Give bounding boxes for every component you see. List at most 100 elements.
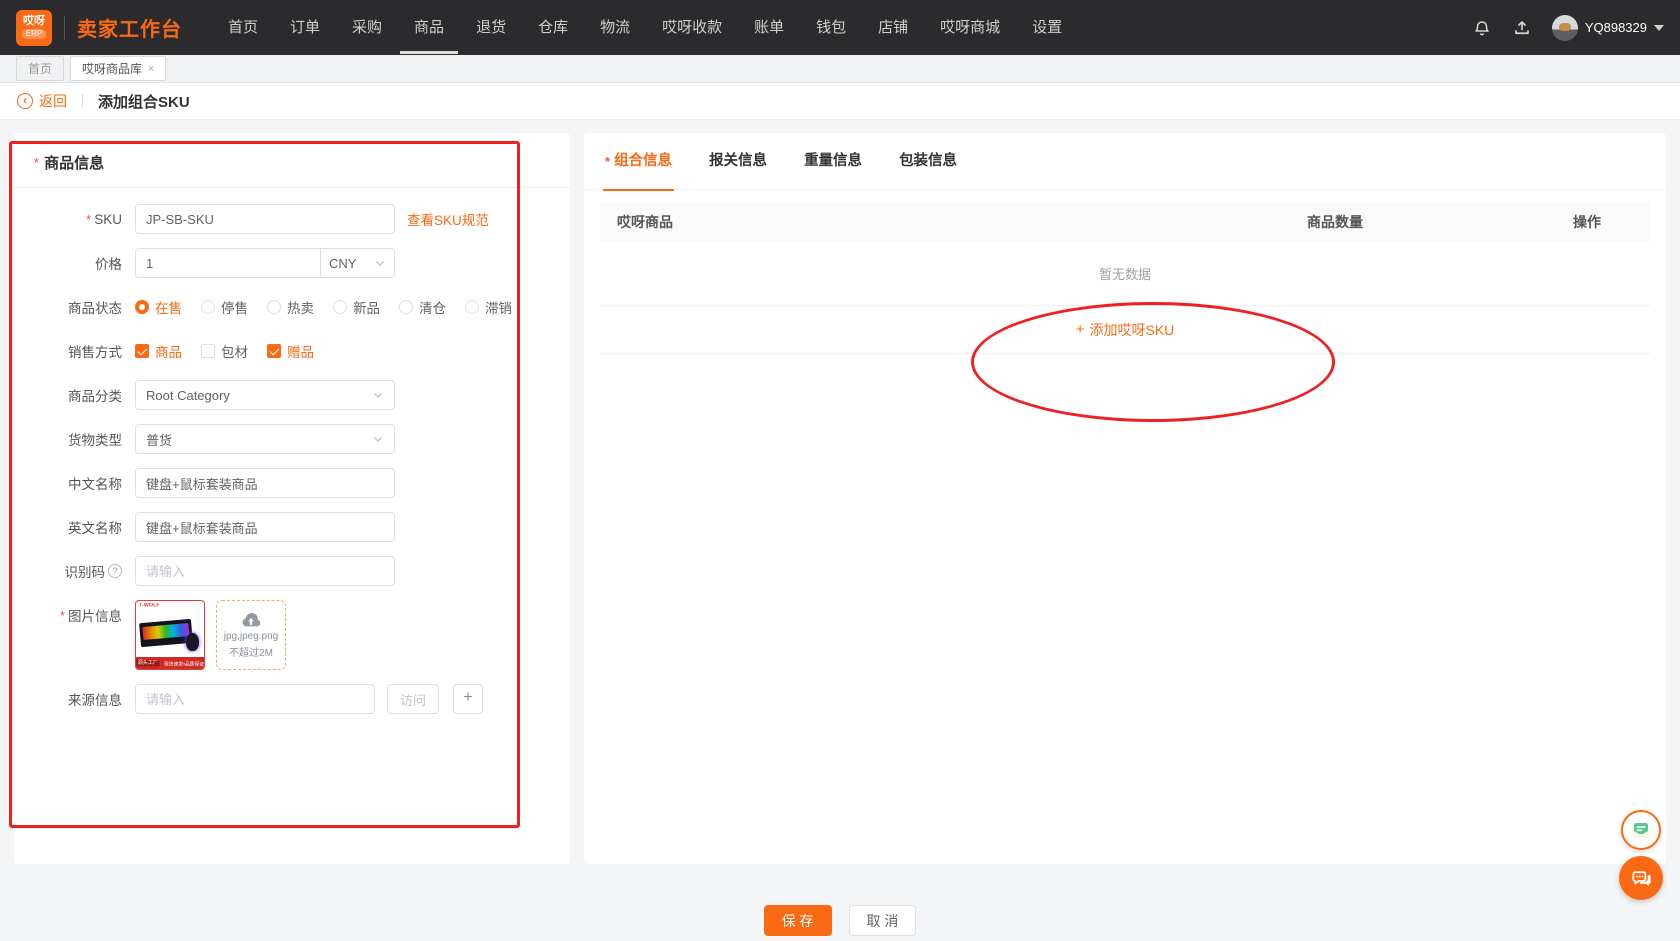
upload-icon[interactable] xyxy=(1512,18,1532,38)
form-row-sku: * SKU 查看SKU规范 xyxy=(34,204,550,234)
nav-item-returns[interactable]: 退货 xyxy=(460,0,522,55)
app-logo[interactable]: 哎呀 ERP xyxy=(16,10,52,46)
cancel-button[interactable]: 取 消 xyxy=(849,905,917,936)
category-select[interactable]: Root Category xyxy=(135,380,395,410)
radio-onsale[interactable]: 在售 xyxy=(135,297,182,317)
tab-weight-info[interactable]: 重量信息 xyxy=(804,133,862,190)
tab-packaging-info[interactable]: 包装信息 xyxy=(899,133,957,190)
required-star: * xyxy=(605,133,610,190)
tab-label: 报关信息 xyxy=(709,133,767,190)
cargotype-value: 普货 xyxy=(146,430,172,449)
label-text: 中文名称 xyxy=(68,473,122,493)
label-text: 货物类型 xyxy=(68,429,122,449)
radio-dot xyxy=(465,300,479,314)
workspace-tab-home[interactable]: 首页 xyxy=(16,56,64,81)
cnname-input[interactable] xyxy=(135,468,395,498)
currency-select[interactable]: CNY xyxy=(321,248,395,278)
add-source-button[interactable]: + xyxy=(453,684,483,714)
save-button[interactable]: 保 存 xyxy=(764,905,832,936)
checkbox-label: 赠品 xyxy=(287,341,314,361)
product-info-card: * 商品信息 * SKU 查看SKU规范 价格 CNY xyxy=(14,133,570,864)
tab-label: 包装信息 xyxy=(899,133,957,190)
thumb-ribbon: 源头工厂 现货速发•品质保证 xyxy=(136,657,204,669)
nav-item-wallet[interactable]: 钱包 xyxy=(800,0,862,55)
nav-item-shops[interactable]: 店铺 xyxy=(862,0,924,55)
workspace-tab-product-library[interactable]: 哎呀商品库 × xyxy=(70,56,166,81)
radio-label: 新品 xyxy=(353,297,380,317)
caret-down-icon xyxy=(1654,25,1664,31)
tab-customs-info[interactable]: 报关信息 xyxy=(709,133,767,190)
sku-input[interactable] xyxy=(135,204,395,234)
label-text: 来源信息 xyxy=(68,689,122,709)
bell-icon[interactable] xyxy=(1472,18,1492,38)
form-row-source: 来源信息 访问 + xyxy=(34,684,550,714)
label-text: 识别码 xyxy=(65,561,106,581)
nav-item-logistics[interactable]: 物流 xyxy=(584,0,646,55)
radio-stopsale[interactable]: 停售 xyxy=(201,297,248,317)
user-menu[interactable]: YQ898329 xyxy=(1552,15,1664,41)
keyboard-graphic xyxy=(139,619,193,647)
checkbox-box xyxy=(201,344,215,358)
cargotype-select[interactable]: 普货 xyxy=(135,424,395,454)
checkbox-packaging[interactable]: 包材 xyxy=(201,341,248,361)
chat-widget-button[interactable] xyxy=(1619,856,1663,900)
price-group: CNY xyxy=(135,248,395,278)
image-list: T-WOLF 源头工厂 现货速发•品质保证 jpg,jpeg.png 不超过2M xyxy=(135,600,286,670)
price-input[interactable] xyxy=(135,248,321,278)
form-row-category: 商品分类 Root Category xyxy=(34,380,550,410)
status-label: 商品状态 xyxy=(34,297,122,317)
product-image-thumbnail[interactable]: T-WOLF 源头工厂 现货速发•品质保证 xyxy=(135,600,205,670)
back-button[interactable]: ‹ 返回 xyxy=(17,91,67,111)
nav-item-products[interactable]: 商品 xyxy=(398,0,460,55)
table-header-row: 哎呀商品 商品数量 操作 xyxy=(600,201,1650,242)
section-header: * 商品信息 xyxy=(14,133,570,188)
radio-label: 停售 xyxy=(221,297,248,317)
visit-button[interactable]: 访问 xyxy=(387,684,439,714)
nav-item-payments[interactable]: 哎呀收款 xyxy=(646,0,738,55)
required-star: * xyxy=(34,155,39,170)
nav-item-mall[interactable]: 哎呀商城 xyxy=(924,0,1016,55)
identifycode-label: 识别码 ? xyxy=(34,561,122,581)
empty-state: 暂无数据 xyxy=(600,242,1650,306)
label-text: 英文名称 xyxy=(68,517,122,537)
add-sku-link[interactable]: + 添加哎呀SKU xyxy=(600,306,1650,354)
checkbox-gift[interactable]: 赠品 xyxy=(267,341,314,361)
radio-hot[interactable]: 热卖 xyxy=(267,297,314,317)
nav-item-warehouse[interactable]: 仓库 xyxy=(522,0,584,55)
radio-new[interactable]: 新品 xyxy=(333,297,380,317)
chevron-down-icon xyxy=(372,389,384,401)
help-icon[interactable]: ? xyxy=(108,564,122,578)
message-envelope-icon xyxy=(1629,818,1653,842)
source-input[interactable] xyxy=(135,684,375,714)
close-icon[interactable]: × xyxy=(148,63,154,75)
nav-item-bills[interactable]: 账单 xyxy=(738,0,800,55)
content-area: * 商品信息 * SKU 查看SKU规范 价格 CNY xyxy=(0,120,1680,864)
breadcrumb: ‹ 返回 添加组合SKU xyxy=(0,83,1680,120)
add-sku-label: 添加哎呀SKU xyxy=(1089,320,1174,340)
thumb-tagline: 现货速发•品质保证 xyxy=(164,659,204,666)
sku-spec-link[interactable]: 查看SKU规范 xyxy=(407,209,489,229)
checkbox-product[interactable]: 商品 xyxy=(135,341,182,361)
col-header-product: 哎呀商品 xyxy=(600,212,1146,232)
nav-item-settings[interactable]: 设置 xyxy=(1016,0,1078,55)
feedback-widget-button[interactable] xyxy=(1621,810,1661,850)
divider xyxy=(82,94,83,108)
nav-item-orders[interactable]: 订单 xyxy=(274,0,336,55)
thumb-badge: 源头工厂 xyxy=(136,660,160,667)
radio-label: 热卖 xyxy=(287,297,314,317)
identifycode-input[interactable] xyxy=(135,556,395,586)
nav-item-home[interactable]: 首页 xyxy=(212,0,274,55)
radio-label: 滞销 xyxy=(485,297,512,317)
cloud-upload-icon xyxy=(240,612,262,630)
nav-item-purchase[interactable]: 采购 xyxy=(336,0,398,55)
form-row-identifycode: 识别码 ? xyxy=(34,556,550,586)
back-label: 返回 xyxy=(39,91,67,111)
brand-title: 卖家工作台 xyxy=(77,13,182,42)
radio-clearance[interactable]: 清仓 xyxy=(399,297,446,317)
radio-slow[interactable]: 滞销 xyxy=(465,297,512,317)
tab-label: 首页 xyxy=(28,60,52,77)
tab-combo-info[interactable]: * 组合信息 xyxy=(605,133,672,190)
saletype-label: 销售方式 xyxy=(34,341,122,361)
image-upload-dropzone[interactable]: jpg,jpeg.png 不超过2M xyxy=(216,600,286,670)
enname-input[interactable] xyxy=(135,512,395,542)
